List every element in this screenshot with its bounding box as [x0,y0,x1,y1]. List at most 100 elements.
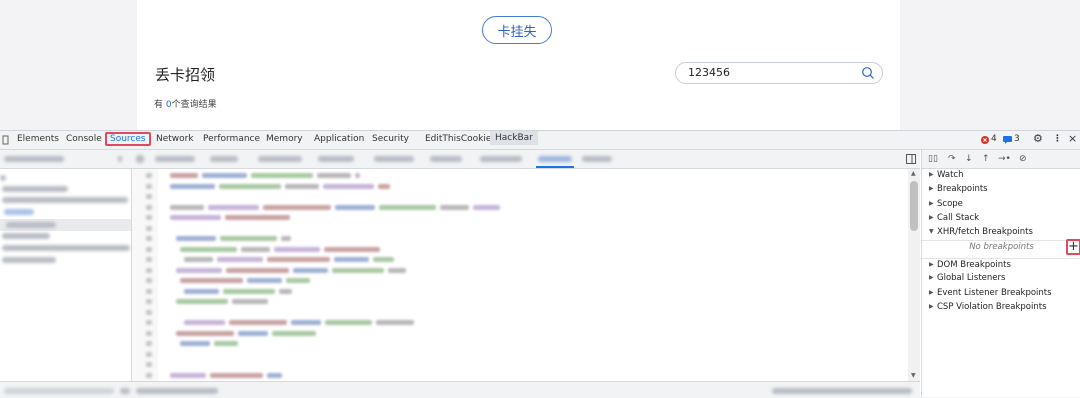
report-lost-button[interactable]: 卡挂失 [482,16,552,44]
pane-event-listener-breakpoints[interactable]: ▶ Event Listener Breakpoints [922,287,1080,301]
tab-elements[interactable]: Elements [17,134,59,144]
pane-csp-violation-breakpoints[interactable]: ▶ CSP Violation Breakpoints [922,301,1080,315]
tree-item[interactable] [2,245,130,251]
code-token [379,204,436,210]
file-tab[interactable] [582,156,612,162]
file-tab[interactable] [430,156,462,162]
toggle-navigator-icon[interactable] [136,155,144,163]
search-icon[interactable] [861,66,875,80]
file-tab[interactable] [480,156,522,162]
code-token [226,267,289,273]
code-token [285,183,319,189]
file-tab[interactable] [210,156,238,162]
web-page: 卡挂失 丢卡招领 123456 有 0个查询结果 [0,0,1080,130]
result-prefix: 有 [154,100,166,110]
tree-item[interactable] [2,197,128,203]
pane-call-stack[interactable]: ▶ Call Stack [922,212,1080,226]
file-tab[interactable] [318,156,354,162]
device-toggle-icon[interactable] [2,135,10,145]
editor-scrollbar[interactable]: ▲ ▼ [908,169,920,381]
expand-arrow-icon: ▶ [929,274,934,281]
tab-performance[interactable]: Performance [203,134,260,144]
code-token [176,236,216,241]
tab-hackbar[interactable]: HackBar [490,131,538,145]
line-number [146,351,152,357]
pane-global-listeners[interactable]: ▶ Global Listeners [922,272,1080,286]
code-token [214,341,238,346]
scrollbar-thumb[interactable] [910,181,918,231]
tree-item[interactable] [0,175,6,181]
code-token [220,236,277,241]
line-number [146,194,152,199]
scroll-up-icon[interactable]: ▲ [911,170,916,177]
collapse-arrow-icon: ▼ [929,228,934,235]
pane-scope[interactable]: ▶ Scope [922,198,1080,212]
code-editor[interactable] [132,169,908,381]
pane-dom-breakpoints[interactable]: ▶ DOM Breakpoints [922,258,1080,273]
step-out-icon[interactable]: ↑ [982,154,990,164]
code-token [184,257,213,262]
tab-console[interactable]: Console [66,134,102,144]
tree-item[interactable] [2,233,50,239]
active-tab-underline [536,166,574,168]
status-icon[interactable] [120,388,130,394]
message-icon [1003,136,1012,144]
expand-arrow-icon: ▶ [929,185,934,192]
code-token [317,173,351,178]
step-over-icon[interactable]: ↷ [948,154,956,164]
navigator-menu-icon[interactable] [118,156,122,162]
more-options-icon[interactable]: ⋮ [1053,134,1062,144]
toggle-debugger-icon[interactable] [906,154,916,164]
code-token [388,267,406,273]
step-icon[interactable]: →• [998,154,1011,164]
step-into-icon[interactable]: ↓ [965,154,973,164]
tab-memory[interactable]: Memory [266,134,303,144]
settings-icon[interactable]: ⚙ [1033,132,1043,145]
line-number [146,215,152,220]
status-source-map[interactable] [772,388,912,394]
tree-item[interactable] [4,209,34,215]
message-count[interactable]: 3 [1014,134,1020,144]
tab-application[interactable]: Application [314,134,364,144]
pane-watch[interactable]: ▶ Watch [922,169,1080,183]
search-input[interactable]: 123456 [675,62,883,84]
add-xhr-breakpoint-button[interactable]: + [1066,239,1080,255]
code-token [170,173,198,178]
tab-editthiscookie[interactable]: EditThisCookie [425,134,491,144]
close-icon[interactable]: × [1068,132,1077,145]
tab-security[interactable]: Security [372,134,409,144]
pause-resume-icon[interactable]: ▯▯ [928,154,938,164]
code-token [232,299,268,304]
line-number [146,204,152,210]
pane-breakpoints[interactable]: ▶ Breakpoints [922,183,1080,197]
file-tab[interactable] [258,156,302,162]
code-token [184,288,219,294]
code-token [180,278,243,283]
file-tab[interactable] [155,156,195,162]
code-token [170,183,215,189]
line-number [146,320,152,325]
navigator-tabs[interactable] [4,156,64,162]
file-tab[interactable] [374,156,414,162]
lost-card-panel: 卡挂失 丢卡招领 123456 有 0个查询结果 [137,0,900,130]
line-number [146,173,152,178]
pane-xhr-breakpoints[interactable]: ▼ XHR/fetch Breakpoints [922,226,1080,241]
deactivate-breakpoints-icon[interactable]: ⊘ [1019,154,1027,164]
error-icon [981,136,989,144]
error-count[interactable]: 4 [991,134,997,144]
code-token [267,257,330,262]
code-token [293,267,328,273]
file-tab-active[interactable] [538,156,572,162]
tab-sources[interactable]: Sources [105,132,151,146]
line-number [146,183,152,189]
no-breakpoints-text: No breakpoints [969,242,1034,252]
expand-arrow-icon: ▶ [929,214,934,221]
code-token [176,330,234,336]
line-number [146,257,152,262]
tab-network[interactable]: Network [156,134,194,144]
scroll-down-icon[interactable]: ▼ [911,372,916,379]
code-token [180,246,237,252]
tree-item[interactable] [2,257,56,263]
tree-item[interactable] [2,186,68,192]
debugger-sidebar: ▯▯ ↷ ↓ ↑ →• ⊘ ▶ Watch ▶ Breakpoints ▶ Scope… [921,150,1080,397]
